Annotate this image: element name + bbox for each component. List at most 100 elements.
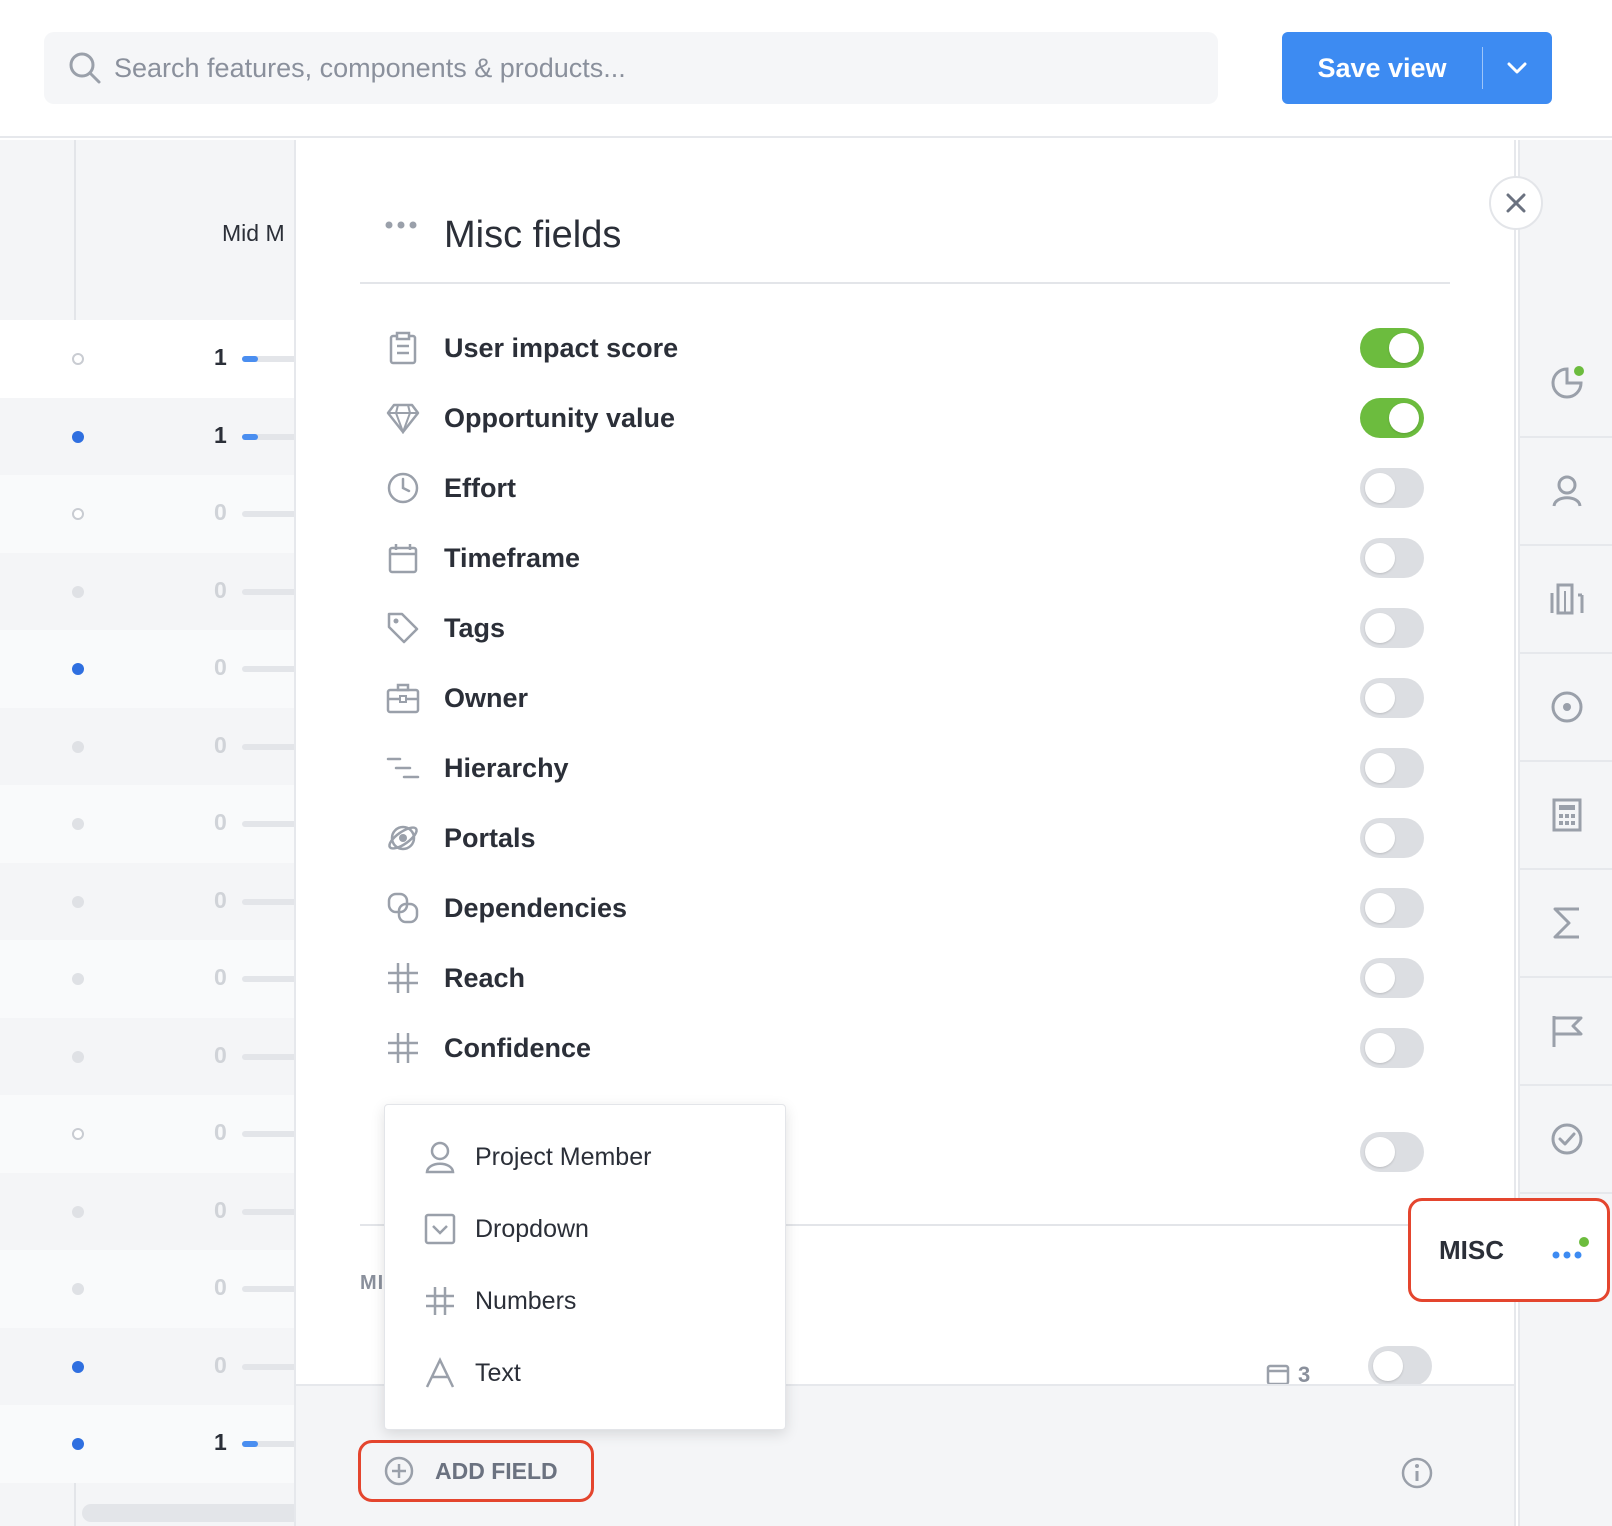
calendar-icon <box>384 539 422 577</box>
misc-tab-label: MISC <box>1439 1234 1504 1265</box>
right-sidebar <box>1518 140 1612 1526</box>
close-icon <box>1506 193 1526 213</box>
field-row: User impact score <box>384 312 1424 384</box>
table-row[interactable]: 0 <box>0 630 295 708</box>
sidebar-tab-milestones[interactable] <box>1520 978 1612 1086</box>
field-toggle[interactable] <box>1360 538 1424 578</box>
field-toggle[interactable] <box>1360 1132 1424 1172</box>
table-row[interactable]: 0 <box>0 1327 295 1406</box>
status-dot <box>72 585 84 598</box>
progress-bar <box>242 666 295 672</box>
panel-header: Misc fields <box>360 170 1450 284</box>
chevron-down-icon <box>1507 62 1527 74</box>
target-icon <box>1551 691 1583 723</box>
menu-item-text[interactable]: Text <box>423 1343 521 1403</box>
field-label: User impact score <box>444 332 679 363</box>
field-toggle[interactable] <box>1360 468 1424 508</box>
menu-item-dropdown[interactable]: Dropdown <box>423 1199 589 1259</box>
toggle-knob <box>1365 753 1395 783</box>
dropdown-icon <box>424 1213 456 1245</box>
person-icon <box>1552 475 1582 507</box>
building-icon <box>1550 583 1584 615</box>
progress-bar <box>242 1286 295 1292</box>
field-toggle[interactable] <box>1360 678 1424 718</box>
plus-circle-icon <box>384 1456 414 1486</box>
table-row[interactable]: 0 <box>0 940 295 1018</box>
row-value: 0 <box>214 1274 227 1300</box>
table-row[interactable]: 0 <box>0 1172 295 1251</box>
search-bar[interactable] <box>44 32 1218 104</box>
save-view-dropdown-toggle[interactable] <box>1483 61 1551 75</box>
progress-bar <box>242 511 295 517</box>
clipboard-icon <box>384 329 422 367</box>
menu-item-numbers[interactable]: Numbers <box>423 1271 576 1331</box>
toggle-knob <box>1365 963 1395 993</box>
field-label: Effort <box>444 472 516 503</box>
progress-bar <box>242 898 295 905</box>
field-toggle[interactable] <box>1360 818 1424 858</box>
field-row: Dependencies <box>384 872 1424 944</box>
clock-icon <box>384 469 422 507</box>
row-value: 0 <box>214 499 227 525</box>
status-dot <box>72 508 84 520</box>
field-toggle[interactable] <box>1360 328 1424 368</box>
progress-bar <box>242 821 295 827</box>
toggle-knob <box>1389 333 1419 363</box>
field-toggle[interactable] <box>1360 398 1424 438</box>
more-options-icon[interactable] <box>384 220 418 230</box>
field-toggle[interactable] <box>1360 888 1424 928</box>
horizontal-scrollbar[interactable] <box>82 1504 295 1522</box>
table-row[interactable]: 1 <box>0 320 295 398</box>
flag-icon <box>1552 1016 1583 1047</box>
progress-bar <box>242 356 295 362</box>
row-value: 0 <box>214 1119 227 1145</box>
field-toggle[interactable] <box>1360 608 1424 648</box>
sidebar-tab-sum[interactable] <box>1520 870 1612 978</box>
section-item-toggle[interactable] <box>1368 1346 1432 1386</box>
sidebar-tab-insights[interactable] <box>1520 330 1612 438</box>
table-row[interactable]: 0 <box>0 785 295 863</box>
sidebar-tab-status[interactable] <box>1520 1086 1612 1194</box>
table-row[interactable]: 0 <box>0 1017 295 1096</box>
sidebar-tab-companies[interactable] <box>1520 546 1612 654</box>
table-row[interactable]: 0 <box>0 707 295 786</box>
progress-bar <box>242 1131 295 1137</box>
progress-fill <box>242 1441 258 1447</box>
sidebar-tab-calculations[interactable] <box>1520 762 1612 870</box>
search-input[interactable] <box>114 52 1114 84</box>
section-label: MI <box>360 1272 385 1294</box>
field-label: Timeframe <box>444 542 581 573</box>
table-row[interactable]: 0 <box>0 1095 295 1173</box>
add-field-button[interactable]: ADD FIELD <box>358 1440 594 1502</box>
progress-bar <box>242 588 295 595</box>
hash-icon <box>384 1029 422 1067</box>
table-row[interactable]: 0 <box>0 862 295 941</box>
field-toggle[interactable] <box>1360 1028 1424 1068</box>
toggle-knob <box>1365 683 1395 713</box>
save-view-label: Save view <box>1317 52 1447 83</box>
save-view-button[interactable]: Save view <box>1282 32 1552 104</box>
sidebar-tab-people[interactable] <box>1520 438 1612 546</box>
menu-item-label: Text <box>475 1358 521 1387</box>
table-row[interactable]: 0 <box>0 475 295 553</box>
sidebar-tab-objectives[interactable] <box>1520 654 1612 762</box>
field-toggle[interactable] <box>1360 958 1424 998</box>
field-row: Owner <box>384 662 1424 734</box>
field-toggle[interactable] <box>1360 748 1424 788</box>
sigma-icon <box>1553 907 1579 939</box>
table-row[interactable]: 0 <box>0 552 295 631</box>
toggle-knob <box>1365 823 1395 853</box>
row-value: 0 <box>214 1351 227 1378</box>
sidebar-tab-misc[interactable]: MISC <box>1408 1198 1610 1302</box>
menu-item-label: Numbers <box>475 1286 577 1315</box>
table-row[interactable]: 1 <box>0 397 295 476</box>
table-row[interactable]: 1 <box>0 1405 295 1483</box>
table-row[interactable]: 0 <box>0 1250 295 1328</box>
status-dot <box>72 1283 84 1295</box>
field-row: Hierarchy <box>384 732 1424 804</box>
close-button[interactable] <box>1489 176 1543 230</box>
portal-icon <box>384 819 422 857</box>
info-icon[interactable] <box>1400 1456 1434 1490</box>
menu-item-project-member[interactable]: Project Member <box>423 1127 651 1187</box>
field-label: Dependencies <box>444 892 628 923</box>
